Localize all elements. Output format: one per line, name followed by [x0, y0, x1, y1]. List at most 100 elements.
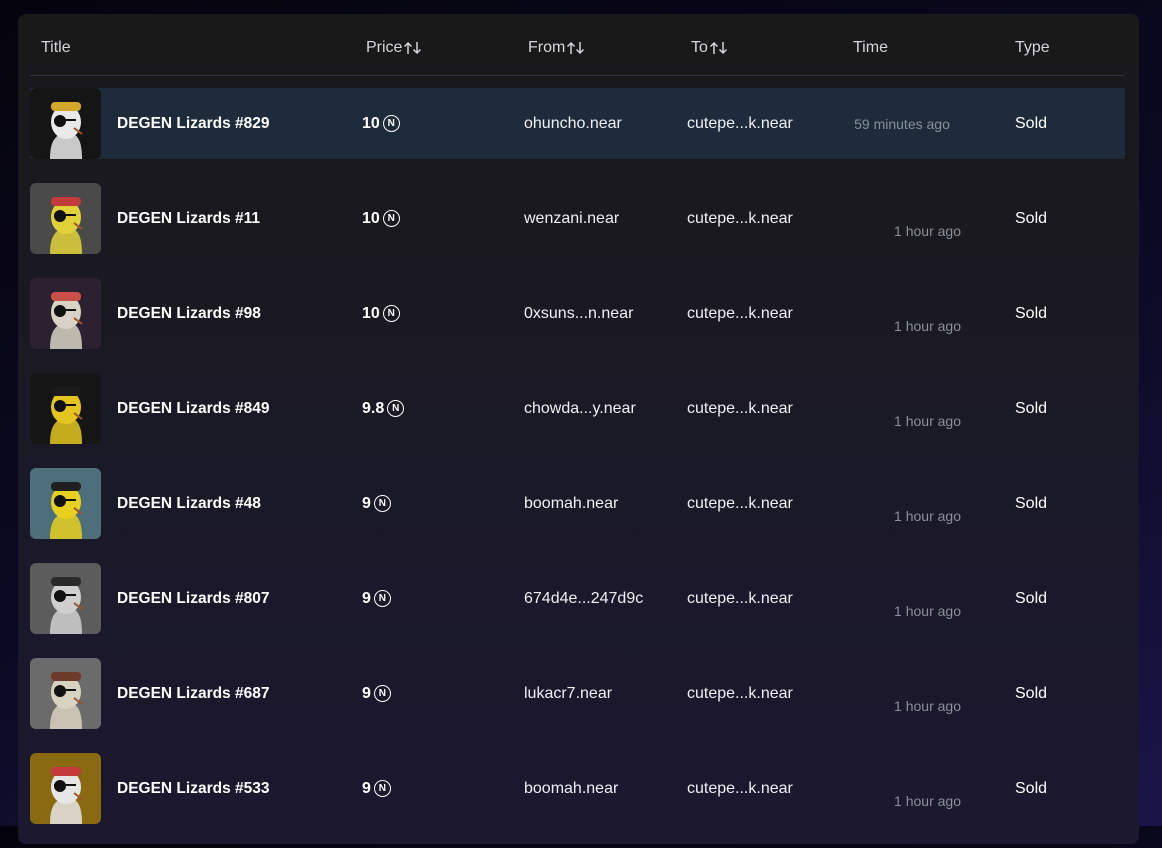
from-account-link-text: 0xsuns...n.near — [524, 304, 634, 322]
nft-thumbnail[interactable] — [30, 658, 101, 729]
from-account-link-text: boomah.near — [524, 494, 619, 512]
from-account-link-text: ohuncho.near — [524, 114, 622, 132]
to-account-link[interactable]: cutepe...k.near — [687, 563, 793, 634]
nft-thumbnail[interactable] — [30, 183, 101, 254]
table-row[interactable]: DEGEN Lizards #48 9 N boomah.near cutepe...k… — [30, 468, 1125, 563]
table-row[interactable]: DEGEN Lizards #829 10 N ohuncho.near cutepe.… — [30, 88, 1125, 183]
price-value: 10 N — [362, 278, 400, 349]
from-account-link[interactable]: wenzani.near — [524, 183, 619, 254]
table-row[interactable]: DEGEN Lizards #533 9 Nboomah.near cutepe...… — [30, 753, 1125, 848]
from-account-link[interactable]: lukacr7.near — [524, 658, 612, 729]
event-type: Sold — [1015, 183, 1047, 254]
header-time: Time — [853, 39, 888, 56]
nft-title-link-text: DEGEN Lizards #829 — [117, 114, 270, 132]
event-type-text: Sold — [1015, 399, 1048, 417]
header-to-sort[interactable]: To — [691, 39, 729, 57]
time-ago-text: 1 hour ago — [894, 507, 961, 524]
event-type: Sold — [1015, 278, 1047, 349]
event-type-text: Sold — [1015, 684, 1048, 702]
nft-thumbnail[interactable] — [30, 468, 101, 539]
table-row[interactable]: DEGEN Lizards #11 10 N wenzani.near cutepe..… — [30, 183, 1125, 278]
nft-title-link-text: DEGEN Lizards #849 — [117, 399, 270, 417]
nft-title-link[interactable]: DEGEN Lizards #48 — [117, 468, 261, 539]
nft-title-link-text: DEGEN Lizards #98 — [117, 304, 261, 322]
time-ago: 1 hour ago — [830, 195, 961, 266]
to-account-link-text: cutepe...k.near — [687, 494, 793, 512]
to-account-link[interactable]: cutepe...k.near — [687, 373, 793, 444]
to-account-link[interactable]: cutepe...k.near — [687, 278, 793, 349]
nft-title-link[interactable]: DEGEN Lizards #533 — [117, 753, 269, 824]
time-ago: 1 hour ago — [830, 480, 961, 551]
from-account-link[interactable]: chowda...y.near — [524, 373, 636, 444]
time-ago: 1 hour ago — [830, 290, 961, 361]
price-value: 10 N — [362, 183, 400, 254]
sort-arrows-icon — [403, 40, 423, 56]
to-account-link[interactable]: cutepe...k.near — [687, 468, 793, 539]
to-account-link[interactable]: cutepe...k.near — [687, 183, 793, 254]
header-from-sort[interactable]: From — [528, 39, 586, 57]
to-account-link-text: cutepe...k.near — [687, 114, 793, 132]
nft-thumbnail[interactable] — [30, 278, 101, 349]
to-account-link[interactable]: cutepe...k.near — [687, 88, 793, 159]
to-account-link[interactable]: cutepe...k.near — [687, 753, 793, 824]
nft-title-link[interactable]: DEGEN Lizards #98 — [117, 278, 261, 349]
time-ago: 1 hour ago — [830, 385, 961, 456]
nft-title-link-text: DEGEN Lizards #48 — [117, 494, 261, 512]
time-ago-text: 1 hour ago — [894, 412, 961, 429]
nft-title-link[interactable]: DEGEN Lizards #11 — [117, 183, 260, 254]
time-ago-text: 1 hour ago — [894, 697, 961, 714]
nft-thumbnail[interactable] — [30, 373, 101, 444]
nft-title-link[interactable]: DEGEN Lizards #687 — [117, 658, 269, 729]
nft-title-link[interactable]: DEGEN Lizards #807 — [117, 563, 269, 634]
header-title: Title — [41, 39, 71, 56]
nft-title-link[interactable]: DEGEN Lizards #849 — [117, 373, 269, 444]
to-account-link-text: cutepe...k.near — [687, 209, 793, 227]
price-value-text: 9 — [362, 684, 371, 702]
price-value: 9N — [362, 468, 391, 539]
from-account-link[interactable]: ohuncho.near — [524, 88, 622, 159]
from-account-link-text: lukacr7.near — [524, 684, 613, 702]
nft-thumbnail[interactable] — [30, 563, 101, 634]
price-value-text: 9.8 — [362, 399, 385, 417]
time-ago: 1 hour ago — [830, 765, 961, 836]
table-body: DEGEN Lizards #829 10 Nohuncho.near cutepe.… — [30, 88, 1125, 848]
table-row[interactable]: DEGEN Lizards #849 9.8 N chowda...y.near cut… — [30, 373, 1125, 468]
from-account-link[interactable]: 0xsuns...n.near — [524, 278, 633, 349]
to-account-link-text: cutepe...k.near — [687, 399, 793, 417]
time-ago: 59 minutes ago — [850, 88, 954, 159]
to-account-link[interactable]: cutepe...k.near — [687, 658, 793, 729]
price-value-text: 10 — [362, 304, 380, 322]
price-value: 9N — [362, 753, 391, 824]
price-value: 9.8 N — [362, 373, 405, 444]
from-account-link[interactable]: boomah.near — [524, 468, 618, 539]
event-type: Sold — [1015, 658, 1047, 729]
to-account-link-text: cutepe...k.near — [687, 589, 793, 607]
event-type: Sold — [1015, 563, 1047, 634]
from-account-link-text: wenzani.near — [524, 209, 620, 227]
price-value-text: 9 — [362, 589, 371, 607]
event-type: Sold — [1015, 88, 1047, 159]
nft-title-link-text: DEGEN Lizards #533 — [117, 779, 270, 797]
from-account-link[interactable]: boomah.near — [524, 753, 618, 824]
from-account-link-text: chowda...y.near — [524, 399, 636, 417]
nft-thumbnail[interactable] — [30, 753, 101, 824]
near-icon: N — [373, 780, 391, 797]
table-row[interactable]: DEGEN Lizards #687 9 Nlukacr7.near cutepe..… — [30, 658, 1125, 753]
price-value: 10 N — [362, 88, 400, 159]
nft-thumbnail[interactable] — [30, 88, 101, 159]
table-row[interactable]: DEGEN Lizards #807 9 N 674d4e...247d9c cutep… — [30, 563, 1125, 658]
sales-history-panel: Title Price From To Time Type DEGEN Liza… — [18, 14, 1139, 844]
header-price-sort[interactable]: Price — [366, 39, 423, 57]
nft-title-link[interactable]: DEGEN Lizards #829 — [117, 88, 269, 159]
table-row[interactable]: DEGEN Lizards #98 10 N 0xsuns...n.near cutep… — [30, 278, 1125, 373]
time-ago-text: 1 hour ago — [894, 792, 961, 809]
price-value-text: 9 — [362, 779, 371, 797]
event-type-text: Sold — [1015, 494, 1048, 512]
near-icon: N — [373, 590, 391, 607]
from-account-link-text: 674d4e...247d9c — [524, 589, 644, 607]
event-type: Sold — [1015, 373, 1047, 444]
to-account-link-text: cutepe...k.near — [687, 684, 793, 702]
from-account-link[interactable]: 674d4e...247d9c — [524, 563, 643, 634]
event-type-text: Sold — [1015, 209, 1048, 227]
nft-title-link-text: DEGEN Lizards #11 — [117, 209, 261, 227]
